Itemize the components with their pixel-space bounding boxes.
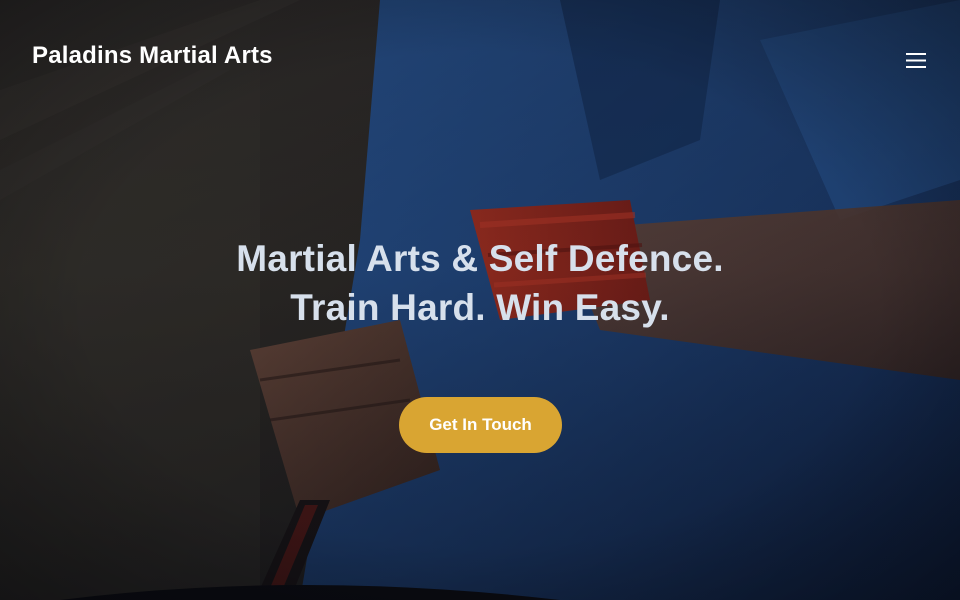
hero-headline-line-1: Martial Arts & Self Defence. — [236, 238, 724, 279]
hamburger-menu-icon — [906, 52, 926, 68]
hero-section: Paladins Martial Arts Martial Arts & Sel… — [0, 0, 960, 600]
brand-logo-text[interactable]: Paladins Martial Arts — [32, 42, 273, 70]
menu-button[interactable] — [896, 44, 936, 76]
get-in-touch-button[interactable]: Get In Touch — [399, 397, 562, 453]
hero-headline: Martial Arts & Self Defence. Train Hard.… — [0, 234, 960, 332]
hero-headline-line-2: Train Hard. Win Easy. — [290, 287, 670, 328]
